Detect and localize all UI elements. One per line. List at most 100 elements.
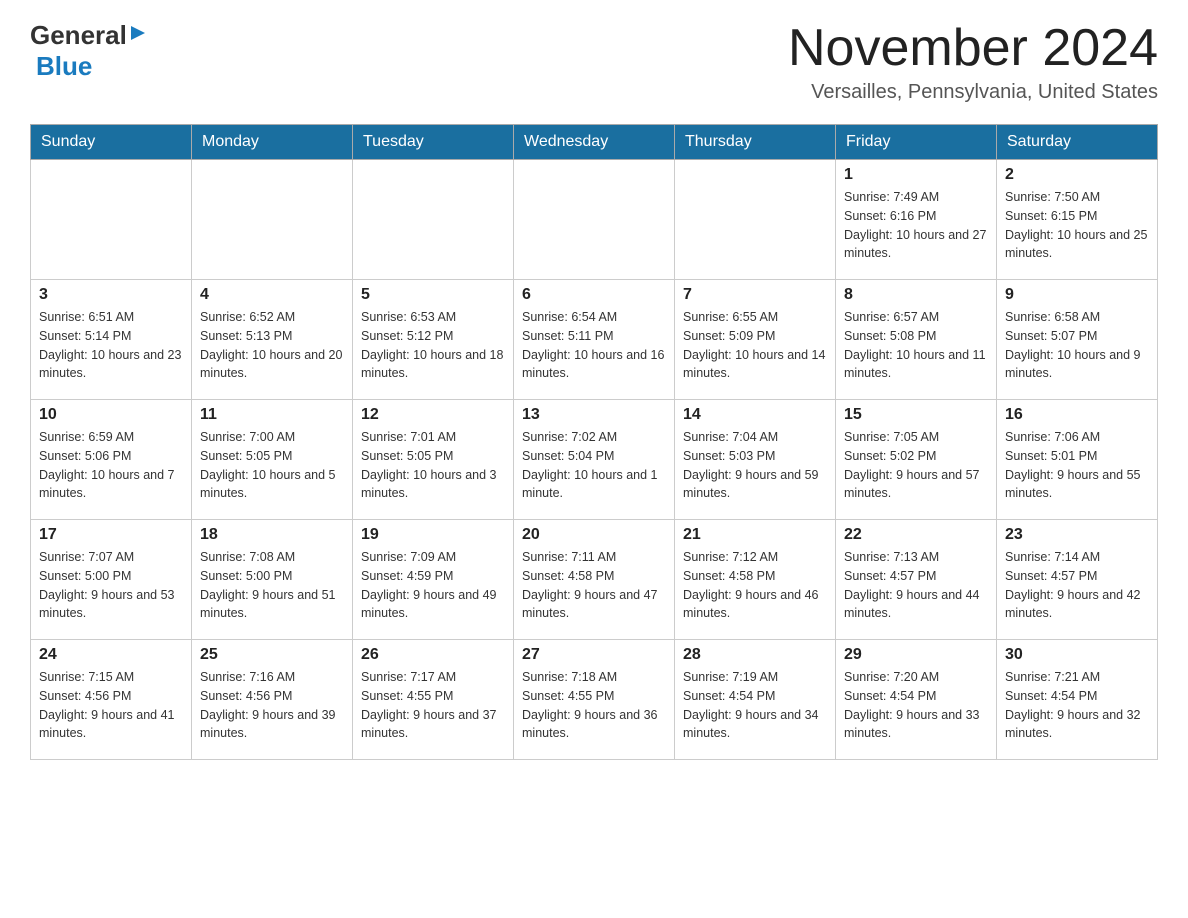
day-info: Sunrise: 7:06 AM Sunset: 5:01 PM Dayligh… xyxy=(1005,428,1149,503)
logo-blue-text: Blue xyxy=(36,51,92,81)
calendar-cell: 12 Sunrise: 7:01 AM Sunset: 5:05 PM Dayli… xyxy=(353,400,514,520)
day-number: 14 xyxy=(683,406,827,424)
calendar-cell: 2Sunrise: 7:50 AM Sunset: 6:15 PM Daylig… xyxy=(997,160,1158,280)
calendar-header-thursday: Thursday xyxy=(675,125,836,160)
day-number: 30 xyxy=(1005,646,1149,664)
day-info: Sunrise: 6:57 AM Sunset: 5:08 PM Dayligh… xyxy=(844,308,988,383)
day-info: Sunrise: 7:20 AM Sunset: 4:54 PM Dayligh… xyxy=(844,668,988,743)
week-row-1: 1 Sunrise: 7:49 AM Sunset: 6:16 PM Daylig… xyxy=(31,160,1158,280)
day-info: Sunrise: 7:19 AM Sunset: 4:54 PM Dayligh… xyxy=(683,668,827,743)
calendar-cell xyxy=(675,160,836,280)
calendar-cell: 10 Sunrise: 6:59 AM Sunset: 5:06 PM Dayli… xyxy=(31,400,192,520)
day-number: 3 xyxy=(39,286,183,304)
day-number: 1 xyxy=(844,166,988,184)
calendar-cell: 22 Sunrise: 7:13 AM Sunset: 4:57 PM Dayli… xyxy=(836,520,997,640)
day-number: 26 xyxy=(361,646,505,664)
day-number: 13 xyxy=(522,406,666,424)
calendar-header-wednesday: Wednesday xyxy=(514,125,675,160)
calendar-cell: 13 Sunrise: 7:02 AM Sunset: 5:04 PM Dayli… xyxy=(514,400,675,520)
calendar-cell xyxy=(353,160,514,280)
week-row-4: 17 Sunrise: 7:07 AM Sunset: 5:00 PM Dayli… xyxy=(31,520,1158,640)
calendar-cell: 9Sunrise: 6:58 AM Sunset: 5:07 PM Daylig… xyxy=(997,280,1158,400)
calendar-header-tuesday: Tuesday xyxy=(353,125,514,160)
week-row-3: 10 Sunrise: 6:59 AM Sunset: 5:06 PM Dayli… xyxy=(31,400,1158,520)
calendar-cell: 8Sunrise: 6:57 AM Sunset: 5:08 PM Daylig… xyxy=(836,280,997,400)
day-info: Sunrise: 6:58 AM Sunset: 5:07 PM Dayligh… xyxy=(1005,308,1149,383)
day-number: 16 xyxy=(1005,406,1149,424)
calendar-cell: 19 Sunrise: 7:09 AM Sunset: 4:59 PM Dayli… xyxy=(353,520,514,640)
day-info: Sunrise: 7:09 AM Sunset: 4:59 PM Dayligh… xyxy=(361,548,505,623)
month-title: November 2024 xyxy=(788,20,1158,77)
day-info: Sunrise: 7:49 AM Sunset: 6:16 PM Dayligh… xyxy=(844,188,988,263)
day-info: Sunrise: 7:08 AM Sunset: 5:00 PM Dayligh… xyxy=(200,548,344,623)
calendar-cell: 11 Sunrise: 7:00 AM Sunset: 5:05 PM Dayli… xyxy=(192,400,353,520)
calendar-cell: 16 Sunrise: 7:06 AM Sunset: 5:01 PM Dayli… xyxy=(997,400,1158,520)
day-info: Sunrise: 7:02 AM Sunset: 5:04 PM Dayligh… xyxy=(522,428,666,503)
calendar-header-monday: Monday xyxy=(192,125,353,160)
week-row-5: 24 Sunrise: 7:15 AM Sunset: 4:56 PM Dayli… xyxy=(31,640,1158,760)
calendar-cell: 14 Sunrise: 7:04 AM Sunset: 5:03 PM Dayli… xyxy=(675,400,836,520)
day-info: Sunrise: 7:13 AM Sunset: 4:57 PM Dayligh… xyxy=(844,548,988,623)
day-info: Sunrise: 7:50 AM Sunset: 6:15 PM Dayligh… xyxy=(1005,188,1149,263)
week-row-2: 3Sunrise: 6:51 AM Sunset: 5:14 PM Daylig… xyxy=(31,280,1158,400)
calendar-cell: 1 Sunrise: 7:49 AM Sunset: 6:16 PM Daylig… xyxy=(836,160,997,280)
day-number: 19 xyxy=(361,526,505,544)
day-info: Sunrise: 6:52 AM Sunset: 5:13 PM Dayligh… xyxy=(200,308,344,383)
calendar-table: SundayMondayTuesdayWednesdayThursdayFrid… xyxy=(30,124,1158,760)
day-info: Sunrise: 7:16 AM Sunset: 4:56 PM Dayligh… xyxy=(200,668,344,743)
calendar-cell xyxy=(31,160,192,280)
day-info: Sunrise: 7:00 AM Sunset: 5:05 PM Dayligh… xyxy=(200,428,344,503)
logo: General Blue xyxy=(30,20,147,82)
day-number: 17 xyxy=(39,526,183,544)
calendar-cell: 18 Sunrise: 7:08 AM Sunset: 5:00 PM Dayli… xyxy=(192,520,353,640)
calendar-header-sunday: Sunday xyxy=(31,125,192,160)
calendar-cell: 24 Sunrise: 7:15 AM Sunset: 4:56 PM Dayli… xyxy=(31,640,192,760)
calendar-cell: 25Sunrise: 7:16 AM Sunset: 4:56 PM Dayli… xyxy=(192,640,353,760)
day-number: 5 xyxy=(361,286,505,304)
day-info: Sunrise: 7:05 AM Sunset: 5:02 PM Dayligh… xyxy=(844,428,988,503)
calendar-cell: 30 Sunrise: 7:21 AM Sunset: 4:54 PM Dayli… xyxy=(997,640,1158,760)
calendar-cell: 28Sunrise: 7:19 AM Sunset: 4:54 PM Dayli… xyxy=(675,640,836,760)
calendar-cell: 20Sunrise: 7:11 AM Sunset: 4:58 PM Dayli… xyxy=(514,520,675,640)
calendar-cell xyxy=(514,160,675,280)
day-number: 21 xyxy=(683,526,827,544)
day-number: 23 xyxy=(1005,526,1149,544)
calendar-cell: 21Sunrise: 7:12 AM Sunset: 4:58 PM Dayli… xyxy=(675,520,836,640)
day-info: Sunrise: 7:18 AM Sunset: 4:55 PM Dayligh… xyxy=(522,668,666,743)
day-info: Sunrise: 6:54 AM Sunset: 5:11 PM Dayligh… xyxy=(522,308,666,383)
day-number: 22 xyxy=(844,526,988,544)
logo-general-text: General xyxy=(30,20,127,51)
day-info: Sunrise: 7:11 AM Sunset: 4:58 PM Dayligh… xyxy=(522,548,666,623)
day-info: Sunrise: 7:04 AM Sunset: 5:03 PM Dayligh… xyxy=(683,428,827,503)
calendar-cell: 5 Sunrise: 6:53 AM Sunset: 5:12 PM Daylig… xyxy=(353,280,514,400)
calendar-cell: 15 Sunrise: 7:05 AM Sunset: 5:02 PM Dayli… xyxy=(836,400,997,520)
day-info: Sunrise: 6:55 AM Sunset: 5:09 PM Dayligh… xyxy=(683,308,827,383)
calendar-header-row: SundayMondayTuesdayWednesdayThursdayFrid… xyxy=(31,125,1158,160)
calendar-cell: 7 Sunrise: 6:55 AM Sunset: 5:09 PM Daylig… xyxy=(675,280,836,400)
calendar-cell: 3Sunrise: 6:51 AM Sunset: 5:14 PM Daylig… xyxy=(31,280,192,400)
day-number: 24 xyxy=(39,646,183,664)
day-info: Sunrise: 7:15 AM Sunset: 4:56 PM Dayligh… xyxy=(39,668,183,743)
page-header: General Blue November 2024 Versailles, P… xyxy=(30,20,1158,104)
day-info: Sunrise: 7:21 AM Sunset: 4:54 PM Dayligh… xyxy=(1005,668,1149,743)
calendar-cell: 23Sunrise: 7:14 AM Sunset: 4:57 PM Dayli… xyxy=(997,520,1158,640)
calendar-header-saturday: Saturday xyxy=(997,125,1158,160)
calendar-cell: 17 Sunrise: 7:07 AM Sunset: 5:00 PM Dayli… xyxy=(31,520,192,640)
day-number: 15 xyxy=(844,406,988,424)
calendar-cell: 29 Sunrise: 7:20 AM Sunset: 4:54 PM Dayli… xyxy=(836,640,997,760)
calendar-cell: 27Sunrise: 7:18 AM Sunset: 4:55 PM Dayli… xyxy=(514,640,675,760)
calendar-cell: 4 Sunrise: 6:52 AM Sunset: 5:13 PM Daylig… xyxy=(192,280,353,400)
day-info: Sunrise: 7:01 AM Sunset: 5:05 PM Dayligh… xyxy=(361,428,505,503)
day-number: 12 xyxy=(361,406,505,424)
day-info: Sunrise: 7:17 AM Sunset: 4:55 PM Dayligh… xyxy=(361,668,505,743)
day-number: 7 xyxy=(683,286,827,304)
calendar-cell xyxy=(192,160,353,280)
day-info: Sunrise: 6:53 AM Sunset: 5:12 PM Dayligh… xyxy=(361,308,505,383)
day-number: 11 xyxy=(200,406,344,424)
day-info: Sunrise: 6:59 AM Sunset: 5:06 PM Dayligh… xyxy=(39,428,183,503)
day-info: Sunrise: 7:07 AM Sunset: 5:00 PM Dayligh… xyxy=(39,548,183,623)
day-number: 10 xyxy=(39,406,183,424)
day-number: 18 xyxy=(200,526,344,544)
day-number: 4 xyxy=(200,286,344,304)
day-number: 29 xyxy=(844,646,988,664)
